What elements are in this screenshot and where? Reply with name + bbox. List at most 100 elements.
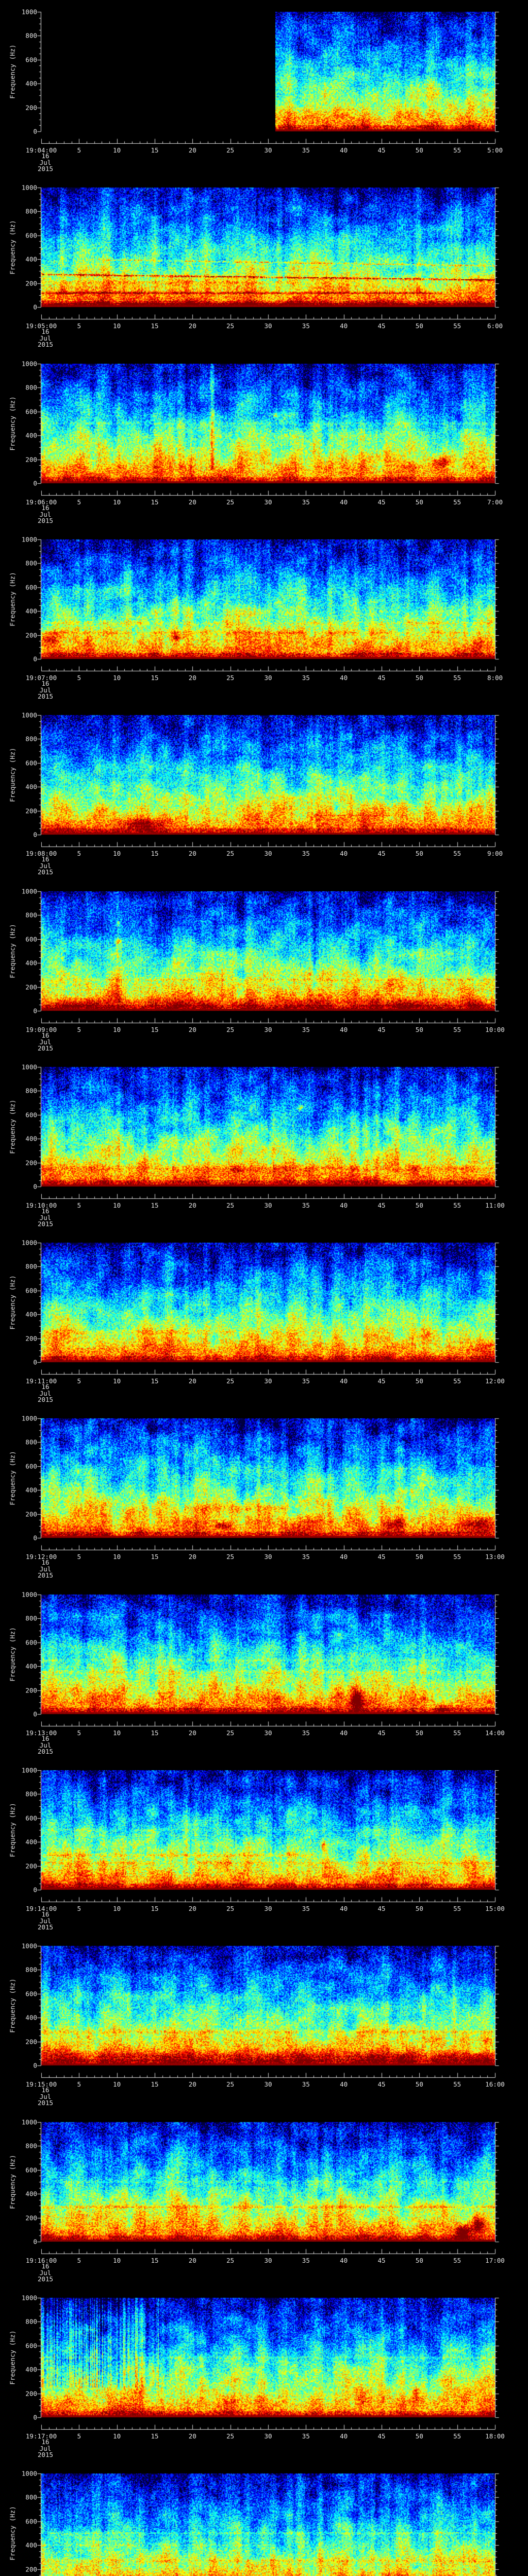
x-tick-label: 30 [264,850,272,857]
date-label: 16 Jul 2015 [38,680,53,700]
x-tick-label: 30 [264,2257,272,2264]
date-label: 16 Jul 2015 [37,328,54,349]
y-tick-label: 800 [25,2317,37,2326]
x-tick-label: 50 [415,850,423,857]
x-end-time-label: 13:00 [485,1553,505,1561]
x-tick-label: 35 [302,498,310,506]
x-tick-label: 50 [415,498,423,506]
y-tick-label: 0 [33,1182,37,1191]
y-tick-label: 800 [25,1965,37,1974]
x-tick-label: 40 [340,2257,348,2264]
x-tick-label: 30 [264,1905,272,1912]
y-tick-label: 1000 [21,535,37,544]
x-tick-label: 35 [302,2080,310,2088]
y-tick-label: 200 [25,1159,37,1167]
x-tick-label: 20 [188,1553,196,1561]
x-tick-label: 10 [113,146,121,154]
y-tick-label: 600 [25,935,37,943]
x-tick-label: 50 [415,1201,423,1209]
y-tick-label: 600 [25,231,37,240]
x-tick-label: 30 [264,2432,272,2440]
x-tick-label: 15 [151,1905,159,1912]
y-tick-label: 400 [25,79,37,88]
y-tick-label: 400 [25,2365,37,2374]
x-tick-label: 45 [377,1729,386,1737]
y-tick-label: 0 [33,2413,37,2421]
y-tick-label: 200 [25,983,37,991]
spectrogram-panel: Frequency (Hz) 0 200 400 600 800 1000 5 10 15 20… [0,1406,528,1582]
x-tick-label: 20 [188,850,196,857]
y-tick-label: 600 [25,759,37,767]
x-tick-label: 5 [77,1553,81,1561]
date-label: 16 Jul 2015 [38,1208,53,1228]
x-tick-label: 5 [77,2257,81,2264]
x-tick-label: 20 [188,498,196,506]
x-tick-label: 40 [340,1377,348,1385]
y-tick-label: 800 [25,383,37,392]
x-tick-label: 45 [377,1553,386,1561]
spectrogram-panel: Frequency (Hz) 0 200 400 600 800 1000 5 10 15 20… [0,1583,528,1758]
x-tick-label: 55 [453,2432,461,2440]
x-tick-label: 25 [226,1905,235,1912]
spectrogram-panel: Frequency (Hz) 0 200 400 600 800 1000 5 10 15 20… [0,879,528,1055]
x-tick-label: 45 [377,850,386,857]
y-tick-label: 600 [25,408,37,416]
y-tick-label: 1000 [21,887,37,895]
y-axis-title: Frequency (Hz) [8,2330,16,2385]
x-end-time-label: 6:00 [487,322,503,330]
date-year: 2015 [37,341,54,349]
x-tick-label: 10 [113,850,121,857]
x-tick-label: 20 [188,1201,196,1209]
x-tick-label: 45 [377,1377,386,1385]
y-tick-label: 400 [25,959,37,967]
x-tick-label: 50 [415,146,423,154]
x-tick-label: 15 [151,1201,159,1209]
x-end-time-label: 15:00 [485,1905,505,1912]
x-tick-label: 35 [302,2432,310,2440]
x-tick-label: 10 [113,1905,121,1912]
x-tick-label: 50 [415,1026,423,1033]
x-end-time-label: 10:00 [485,1026,505,1033]
x-tick-label: 5 [77,1026,81,1033]
y-tick-label: 800 [25,207,37,215]
x-tick-label: 40 [340,322,348,330]
y-tick-label: 600 [25,2517,37,2526]
x-tick-label: 10 [113,2257,121,2264]
x-tick-label: 55 [453,322,461,330]
date-year: 2015 [37,1044,54,1053]
y-tick-label: 800 [25,1790,37,1798]
date-year: 2015 [37,2099,54,2107]
x-tick-label: 45 [377,2080,386,2088]
x-tick-label: 25 [226,674,235,682]
x-tick-label: 20 [188,2080,196,2088]
x-tick-label: 50 [415,1377,423,1385]
x-tick-label: 25 [226,1553,235,1561]
y-tick-label: 0 [33,831,37,839]
x-tick-label: 50 [415,2080,423,2088]
x-tick-label: 40 [340,1729,348,1737]
x-end-time-label: 12:00 [485,1377,505,1385]
x-tick-label: 15 [151,1553,159,1561]
y-tick-label: 1000 [21,1063,37,1071]
y-tick-label: 1000 [21,2118,37,2126]
x-tick-label: 10 [113,1201,121,1209]
x-tick-label: 40 [340,850,348,857]
spectrogram-panel: Frequency (Hz) 0 200 400 600 800 1000 5 10 15 20… [0,703,528,879]
y-tick-label: 400 [25,255,37,263]
y-tick-label: 600 [25,2166,37,2174]
x-tick-label: 55 [453,2080,461,2088]
y-tick-label: 800 [25,1438,37,1446]
x-tick-label: 20 [188,1377,196,1385]
y-tick-label: 800 [25,559,37,567]
y-tick-label: 600 [25,1286,37,1295]
date-label: 16 Jul 2015 [38,856,53,876]
y-tick-label: 0 [33,2238,37,2246]
x-tick-label: 30 [264,498,272,506]
x-tick-label: 35 [302,322,310,330]
x-tick-label: 20 [188,322,196,330]
y-tick-label: 200 [25,279,37,287]
y-tick-label: 1000 [21,1942,37,1950]
y-tick-label: 400 [25,1662,37,1670]
x-tick-label: 10 [113,322,121,330]
y-tick-label: 1000 [21,183,37,192]
